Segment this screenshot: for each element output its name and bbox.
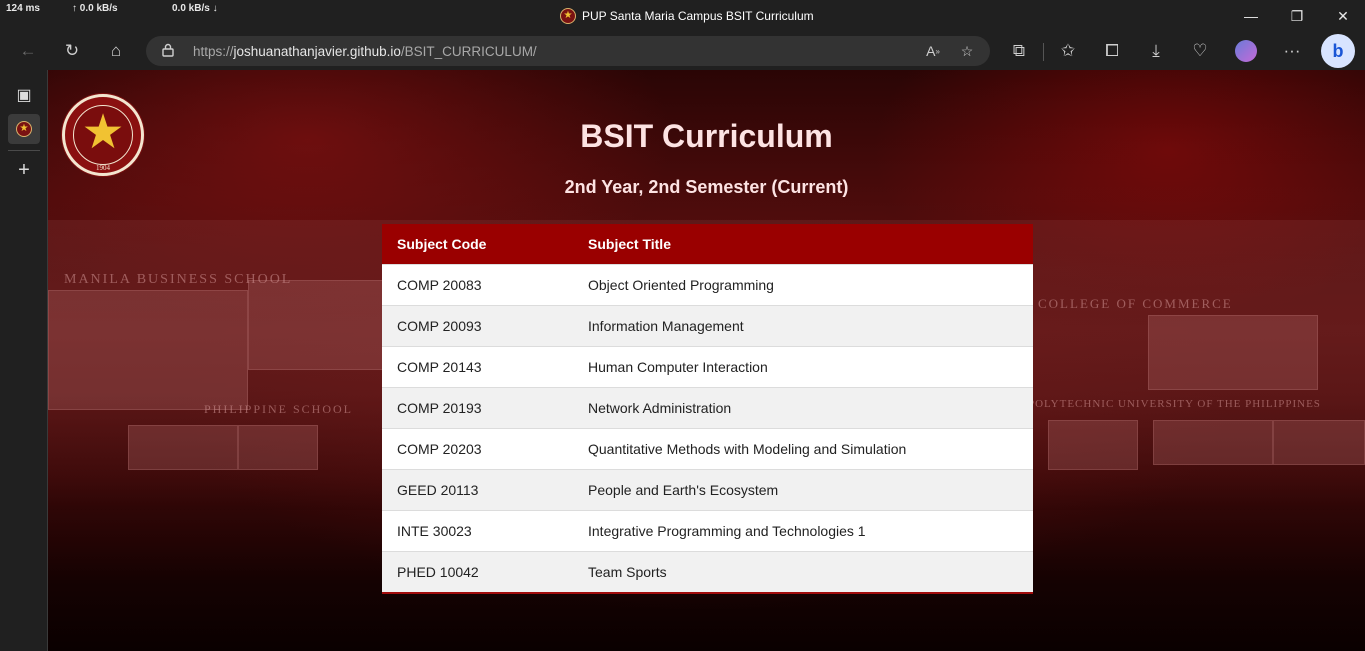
bing-chat-icon[interactable]: b xyxy=(1321,34,1355,68)
page-subtitle: 2nd Year, 2nd Semester (Current) xyxy=(564,177,849,197)
url-host: joshuanathanjavier.github.io xyxy=(233,44,401,59)
favorites-icon[interactable]: ✩ xyxy=(1053,36,1083,66)
vertical-tabs-sidebar: ▣ ★ + xyxy=(0,70,48,651)
background-photo xyxy=(1048,420,1138,470)
background-photo xyxy=(238,425,318,470)
subject-title-cell: Network Administration xyxy=(588,400,732,416)
background-caption: PHILIPPINE SCHOOL xyxy=(204,402,354,416)
lock-icon xyxy=(162,43,174,57)
upload-stat: ↑ 0.0 kB/s xyxy=(72,3,118,14)
back-button[interactable]: ← xyxy=(13,36,43,66)
table-header: Subject Code Subject Title xyxy=(382,224,1033,264)
web-page: MANILA BUSINESS SCHOOL PHILIPPINE SCHOOL… xyxy=(48,70,1365,651)
background-caption: POLYTECHNIC UNIVERSITY OF THE PHILIPPINE… xyxy=(1028,398,1321,410)
table-row: COMP 20203 Quantitative Methods with Mode… xyxy=(382,428,1033,469)
subject-title-cell: Integrative Programming and Technologies… xyxy=(588,523,866,539)
subject-title-cell: People and Earth's Ecosystem xyxy=(588,482,779,498)
minimize-button[interactable]: — xyxy=(1228,0,1274,32)
url-text[interactable]: https://joshuanathanjavier.github.io/BSI… xyxy=(193,44,537,59)
window-title-text: PUP Santa Maria Campus BSIT Curriculum xyxy=(582,9,814,23)
background-photo xyxy=(48,290,248,410)
collections-icon[interactable]: ⧠ xyxy=(1097,36,1127,66)
network-stats: 124 ms ↑ 0.0 kB/s 0.0 kB/s ↓ xyxy=(6,3,218,14)
subject-code-cell: COMP 20193 xyxy=(397,400,482,416)
table-row: COMP 20083 Object Oriented Programming xyxy=(382,264,1033,305)
subject-title-cell: Object Oriented Programming xyxy=(588,277,774,293)
subject-title-cell: Information Management xyxy=(588,318,744,334)
background-photo xyxy=(128,425,238,470)
download-stat: 0.0 kB/s ↓ xyxy=(172,3,218,14)
background-photo xyxy=(1273,420,1365,465)
restore-button[interactable]: ❐ xyxy=(1274,0,1320,32)
table-row: PHED 10042 Team Sports xyxy=(382,551,1033,592)
subject-title-cell: Human Computer Interaction xyxy=(588,359,768,375)
performance-icon[interactable]: ♡ xyxy=(1185,36,1215,66)
add-favorite-icon[interactable]: ☆ xyxy=(956,41,978,61)
url-prefix: https:// xyxy=(193,44,234,59)
address-bar[interactable]: https://joshuanathanjavier.github.io/BSI… xyxy=(146,36,990,66)
background-photo xyxy=(1153,420,1273,465)
table-row: GEED 20113 People and Earth's Ecosystem xyxy=(382,469,1033,510)
table-row: COMP 20143 Human Computer Interaction xyxy=(382,346,1033,387)
background-caption: COLLEGE OF COMMERCE xyxy=(1038,296,1233,311)
home-button[interactable]: ⌂ xyxy=(101,36,131,66)
header-subject-code: Subject Code xyxy=(397,236,487,252)
table-row: COMP 20193 Network Administration xyxy=(382,387,1033,428)
downloads-icon[interactable]: ⤓ xyxy=(1141,36,1171,66)
tab-pup-curriculum[interactable]: ★ xyxy=(8,114,40,144)
subject-title-cell: Quantitative Methods with Modeling and S… xyxy=(588,441,907,457)
subject-code-cell: COMP 20093 xyxy=(397,318,482,334)
window-title: ★ PUP Santa Maria Campus BSIT Curriculum xyxy=(560,8,814,24)
subject-title-cell: Team Sports xyxy=(588,564,667,580)
url-path: /BSIT_CURRICULUM/ xyxy=(400,44,537,59)
subject-code-cell: GEED 20113 xyxy=(397,482,479,498)
close-button[interactable]: ✕ xyxy=(1320,0,1365,32)
page-title: BSIT Curriculum xyxy=(580,118,833,154)
subject-code-cell: INTE 30023 xyxy=(397,523,472,539)
pup-favicon-icon: ★ xyxy=(560,8,576,24)
read-aloud-icon[interactable]: A» xyxy=(922,41,944,61)
table-body: COMP 20083 Object Oriented Programming COM… xyxy=(382,264,1033,592)
refresh-button[interactable]: ↻ xyxy=(57,36,87,66)
window-titlebar: 124 ms ↑ 0.0 kB/s 0.0 kB/s ↓ ★ PUP Santa… xyxy=(0,0,1365,32)
background-photo xyxy=(248,280,398,370)
background-photo xyxy=(1148,315,1318,390)
new-tab-button[interactable]: + xyxy=(8,155,40,185)
tab-actions-icon[interactable]: ▣ xyxy=(8,80,40,110)
background-caption: MANILA BUSINESS SCHOOL xyxy=(64,272,293,287)
header-subject-title: Subject Title xyxy=(588,236,671,252)
toolbar-divider xyxy=(1043,43,1044,61)
subject-code-cell: PHED 10042 xyxy=(397,564,479,580)
curriculum-table: Subject Code Subject Title COMP 20083 Obj… xyxy=(382,224,1033,594)
subject-code-cell: COMP 20203 xyxy=(397,441,482,457)
more-menu-icon[interactable]: ··· xyxy=(1277,36,1307,66)
extensions-icon[interactable]: ⧉ xyxy=(1004,36,1034,66)
tabs-divider xyxy=(8,150,40,151)
profile-avatar[interactable] xyxy=(1231,36,1261,66)
browser-toolbar: ← ↻ ⌂ https://joshuanathanjavier.github.… xyxy=(0,32,1365,70)
pup-favicon-icon: ★ xyxy=(16,121,32,137)
subject-code-cell: COMP 20083 xyxy=(397,277,482,293)
table-row: COMP 20093 Information Management xyxy=(382,305,1033,346)
latency-stat: 124 ms xyxy=(6,3,40,14)
subject-code-cell: COMP 20143 xyxy=(397,359,482,375)
logo-year: 1904 xyxy=(96,164,110,172)
table-row: INTE 30023 Integrative Programming and Te… xyxy=(382,510,1033,551)
